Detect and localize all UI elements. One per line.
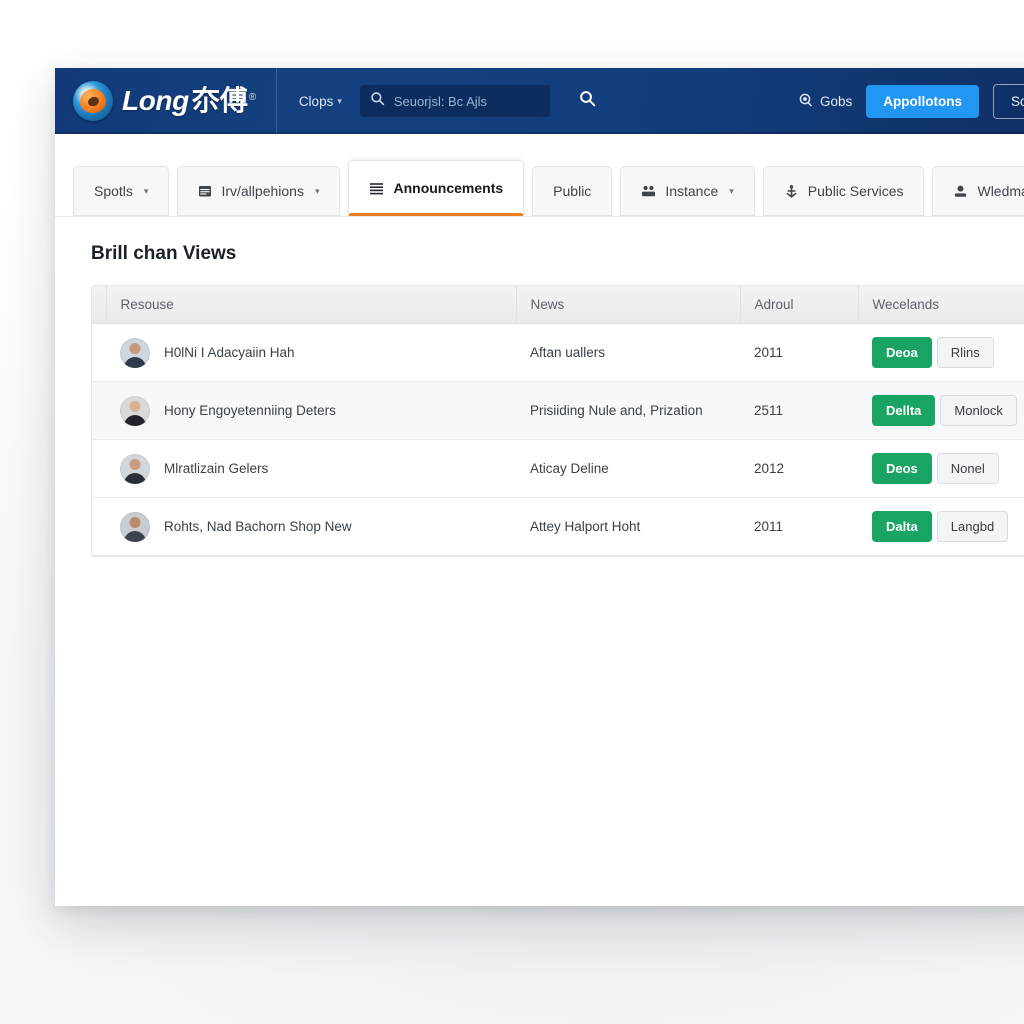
list-icon <box>369 181 384 196</box>
table-header: Resouse News Adroul Wecelands <box>92 286 1024 324</box>
tab-irv-allpehions-label: Irv/allpehions <box>221 183 304 199</box>
tab-irv-allpehions[interactable]: Irv/allpehions ▾ <box>177 166 341 216</box>
chevron-down-icon: ▾ <box>314 185 320 196</box>
resource-name: Rohts, Nad Bachorn Shop New <box>164 519 352 534</box>
row-grip <box>92 323 106 382</box>
primary-action-button[interactable]: Dalta <box>872 511 932 542</box>
tab-spotls[interactable]: Spotls ▾ <box>73 166 170 216</box>
tab-strip: Spotls ▾ Irv/allpehions ▾ Announcements … <box>55 134 1024 216</box>
column-header-wecelands[interactable]: Wecelands <box>858 286 1024 324</box>
peach-logo-icon <box>73 81 113 121</box>
row-grip-header <box>92 286 107 324</box>
tab-announcements[interactable]: Announcements <box>348 160 525 216</box>
brand-logo[interactable]: Long 夵傅® <box>55 68 277 134</box>
cell-wecelands: Dalta Langbd <box>858 497 1024 556</box>
column-header-news[interactable]: News <box>516 286 741 324</box>
search-box[interactable] <box>359 85 596 117</box>
cell-wecelands: Dellta Monlock <box>858 381 1024 440</box>
table-body: H0lNi I Adacyaiin Hah Aftan uallers 2011… <box>92 323 1024 556</box>
secondary-action-button[interactable]: Nonel <box>936 453 999 484</box>
tab-instance[interactable]: Instance ▾ <box>620 166 755 216</box>
globe-icon <box>797 92 813 111</box>
cell-adroul: 2012 <box>740 439 858 498</box>
chevron-down-icon: ▾ <box>337 95 342 106</box>
views-table: Resouse News Adroul Wecelands H0lNi I Ad… <box>92 286 1024 556</box>
avatar-person-2 <box>120 395 150 426</box>
gobs-label: Gobs <box>819 93 853 109</box>
cell-resouse: Mlratlizain Gelers <box>106 439 516 498</box>
search-icon <box>370 91 385 111</box>
chevron-down-icon: ▾ <box>729 185 734 196</box>
table-row[interactable]: Rohts, Nad Bachorn Shop New Attey Halpor… <box>92 497 1024 556</box>
tab-spotls-label: Spotls <box>94 183 133 199</box>
row-grip <box>92 381 106 440</box>
tab-wledmare-au[interactable]: Wledmare Au <box>932 166 1024 216</box>
tab-wledmare-au-label: Wledmare Au <box>977 183 1024 199</box>
nav-link-clops[interactable]: Clops ▾ <box>299 94 342 109</box>
content-area: Brill chan Views Resouse News Adroul Wec <box>55 216 1024 906</box>
column-header-adroul[interactable]: Adroul <box>740 286 859 324</box>
top-bar-actions: Gobs Appollotons Someers <box>797 68 1024 134</box>
appollotons-button[interactable]: Appollotons <box>866 84 979 118</box>
chevron-down-icon: ▾ <box>143 185 149 196</box>
anchor-icon <box>784 184 799 199</box>
avatar-person-3 <box>120 453 150 484</box>
content-card: Brill chan Views Resouse News Adroul Wec <box>73 243 1024 557</box>
primary-action-button[interactable]: Deos <box>872 453 932 484</box>
resource-name: Hony Engoyetenniing Deters <box>164 403 336 418</box>
avatar-person-4 <box>120 511 150 542</box>
top-navigation-bar: Long 夵傅® Clops ▾ Seuorjsl: Bc Ajls Gobs … <box>55 68 1024 134</box>
cell-adroul: 2011 <box>740 497 858 556</box>
page-title: Brill chan Views <box>91 243 237 264</box>
tab-instance-label: Instance <box>665 183 719 199</box>
user-icon <box>953 184 968 199</box>
primary-action-button[interactable]: Deoa <box>872 337 932 368</box>
calendar-icon <box>198 184 212 198</box>
tab-public-services-label: Public Services <box>807 183 904 199</box>
tab-public-label: Public <box>553 183 592 199</box>
gobs-link[interactable]: Gobs <box>797 92 852 111</box>
resource-name: H0lNi I Adacyaiin Hah <box>164 345 295 360</box>
cell-wecelands: Deos Nonel <box>858 439 1024 498</box>
brand-name-latin: Long <box>122 85 189 116</box>
cell-resouse: Rohts, Nad Bachorn Shop New <box>106 497 516 556</box>
search-submit-icon[interactable] <box>579 90 596 112</box>
nav-link-clops-label: Clops <box>298 93 334 109</box>
tab-public[interactable]: Public <box>532 166 613 216</box>
views-table-container: Resouse News Adroul Wecelands H0lNi I Ad… <box>91 285 1024 557</box>
table-row[interactable]: Hony Engoyetenniing Deters Prisiiding Nu… <box>92 381 1024 440</box>
brand-name: Long 夵傅® <box>122 87 256 115</box>
people-icon <box>641 185 656 198</box>
secondary-action-button[interactable]: Monlock <box>940 395 1017 426</box>
table-row[interactable]: H0lNi I Adacyaiin Hah Aftan uallers 2011… <box>92 323 1024 382</box>
primary-action-button[interactable]: Dellta <box>872 395 936 426</box>
someers-button[interactable]: Someers <box>992 83 1024 119</box>
brand-name-cjk: 夵傅 <box>191 85 248 116</box>
avatar-person-1 <box>120 337 150 368</box>
resource-name: Mlratlizain Gelers <box>164 461 269 476</box>
cell-wecelands: Deoa Rlins <box>858 323 1024 382</box>
cell-news: Aticay Deline <box>516 439 740 498</box>
table-header-row: Resouse News Adroul Wecelands <box>92 286 1024 324</box>
row-grip <box>92 439 106 498</box>
cell-news: Attey Halport Hoht <box>516 497 740 556</box>
tab-announcements-label: Announcements <box>393 180 504 196</box>
cell-adroul: 2511 <box>740 381 858 440</box>
cell-resouse: Hony Engoyetenniing Deters <box>106 381 516 440</box>
cell-news: Prisiiding Nule and, Prization <box>516 381 740 440</box>
row-grip <box>92 497 106 556</box>
cell-news: Aftan uallers <box>516 323 740 382</box>
app-window: Long 夵傅® Clops ▾ Seuorjsl: Bc Ajls Gobs … <box>55 68 1024 906</box>
column-header-resouse[interactable]: Resouse <box>106 286 517 324</box>
tab-public-services[interactable]: Public Services <box>762 166 925 216</box>
cell-resouse: H0lNi I Adacyaiin Hah <box>106 323 516 382</box>
secondary-action-button[interactable]: Langbd <box>936 511 1009 542</box>
secondary-action-button[interactable]: Rlins <box>936 337 994 368</box>
search-input[interactable] <box>393 93 570 109</box>
cell-adroul: 2011 <box>740 323 858 382</box>
table-row[interactable]: Mlratlizain Gelers Aticay Deline 2012 De… <box>92 439 1024 498</box>
registered-mark: ® <box>248 91 256 103</box>
